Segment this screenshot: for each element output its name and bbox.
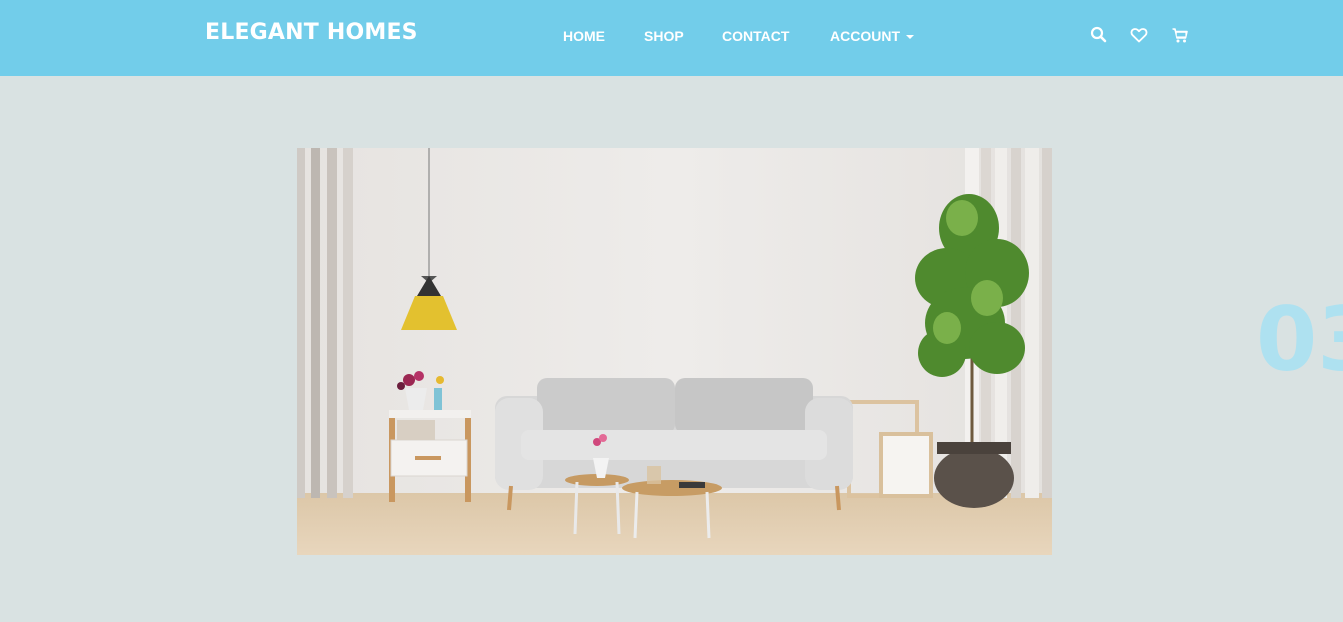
top-navbar: ELEGANT HOMES HOME SHOP CONTACT ACCOUNT (0, 0, 1343, 76)
nav-shop[interactable]: SHOP (644, 28, 684, 44)
slide-number: 03 (1256, 288, 1343, 391)
living-room-photo (297, 148, 1052, 555)
nav-home[interactable]: HOME (563, 28, 605, 44)
heart-icon[interactable] (1130, 26, 1148, 44)
chevron-down-icon (906, 35, 914, 40)
cart-icon[interactable] (1171, 26, 1189, 44)
search-icon[interactable] (1090, 26, 1108, 44)
brand-logo[interactable]: ELEGANT HOMES (205, 20, 418, 45)
nav-contact[interactable]: CONTACT (722, 28, 789, 44)
living-room-illustration (297, 148, 1052, 555)
nav-account[interactable]: ACCOUNT (830, 28, 914, 44)
nav-account-label: ACCOUNT (830, 28, 900, 44)
